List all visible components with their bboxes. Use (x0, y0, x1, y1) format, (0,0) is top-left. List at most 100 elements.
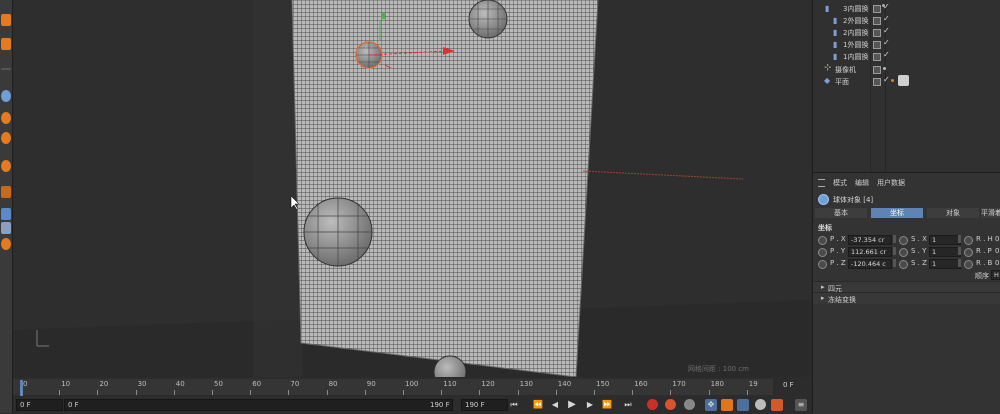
stepper-arrows[interactable] (958, 259, 961, 267)
order-dropdown[interactable]: H (991, 270, 1000, 280)
render-tool-icon[interactable] (1, 222, 11, 234)
start-frame-field[interactable]: 0 F (16, 399, 63, 411)
camera-tool-icon[interactable] (1, 208, 11, 220)
enabled-check-icon[interactable]: ✓ (883, 14, 890, 23)
go-to-start-icon[interactable]: ⏮ (508, 399, 520, 411)
position-y-field[interactable]: 112.661 cr (848, 247, 892, 257)
key-radio[interactable] (818, 236, 827, 245)
timeline-tick-label: 50 (214, 380, 223, 388)
cube-icon[interactable] (1, 14, 11, 26)
tab-basic[interactable]: 基本 (815, 208, 867, 218)
rotation-p-value[interactable]: 0 (995, 247, 999, 255)
scale-y-field[interactable]: 1 (929, 247, 961, 257)
object-row[interactable]: ◆ 平面 ✓ (813, 75, 1000, 87)
timeline-menu-icon[interactable]: ≡ (795, 399, 807, 411)
scene-icon[interactable] (1, 160, 11, 172)
stepper-arrows[interactable] (893, 235, 896, 243)
menu-mode[interactable]: 模式 (833, 178, 847, 188)
visibility-toggle[interactable] (873, 17, 881, 25)
next-frame-icon[interactable]: ▶ (584, 399, 596, 411)
key-radio[interactable] (964, 236, 973, 245)
hamburger-icon[interactable] (818, 179, 825, 187)
object-row[interactable]: ⊹ 摄像机 (813, 63, 1000, 75)
previous-frame-icon[interactable]: ◀ (549, 399, 561, 411)
visibility-toggle[interactable] (873, 78, 881, 86)
enabled-check-icon[interactable]: ✓ (883, 50, 890, 59)
rotate-key-icon[interactable] (721, 399, 733, 411)
key-radio[interactable] (964, 248, 973, 257)
rotation-h-value[interactable]: 0 (995, 235, 999, 243)
tab-object[interactable]: 对象 (927, 208, 979, 218)
key-radio[interactable] (818, 260, 827, 269)
pla-key-icon[interactable] (771, 399, 783, 411)
object-row[interactable]: ▮ 1外圆换 ✓ (813, 38, 1000, 50)
nurbs-icon[interactable] (1, 90, 11, 102)
deformer-icon[interactable] (1, 132, 11, 144)
timeline-tick-label: 0 (23, 380, 28, 388)
tab-smoothing[interactable]: 平滑着 (981, 208, 1000, 218)
keyframe-selection-icon[interactable] (684, 399, 695, 410)
scale-x-field[interactable]: 1 (929, 235, 961, 245)
enabled-check-icon[interactable]: ✓ (883, 38, 890, 47)
snap-icon[interactable] (1, 238, 11, 250)
timeline-tick-label: 80 (328, 380, 338, 388)
grid-spacing-label: 网格间距 : 100 cm (687, 365, 749, 373)
scale-z-field[interactable]: 1 (929, 259, 961, 269)
stepper-arrows[interactable] (958, 235, 961, 243)
left-toolbar (0, 0, 13, 413)
array-icon[interactable] (1, 112, 11, 124)
autokey-icon[interactable] (665, 399, 676, 410)
key-radio[interactable] (899, 236, 908, 245)
play-icon[interactable]: ▶ (566, 399, 578, 411)
timeline-tick-label: 90 (366, 380, 376, 388)
end-frame-field[interactable]: 190 F (461, 399, 508, 411)
position-z-field[interactable]: -120.464 c (848, 259, 892, 269)
visibility-toggle[interactable] (873, 41, 881, 49)
object-row[interactable]: ▮ 1内圆换 ✓ (813, 50, 1000, 62)
param-key-icon[interactable] (755, 399, 766, 410)
visibility-toggle[interactable] (873, 29, 881, 37)
stepper-arrows[interactable] (893, 247, 896, 255)
material-tag-icon[interactable] (898, 75, 909, 86)
tab-coord[interactable]: 坐标 (871, 208, 923, 218)
coord-label: P . X (830, 235, 846, 243)
menu-user-data[interactable]: 用户数据 (877, 178, 905, 188)
timeline-tick (555, 390, 557, 395)
stepper-arrows[interactable] (893, 259, 896, 267)
timeline-tick (708, 390, 710, 395)
min-frame-field[interactable]: 0 F (64, 399, 453, 411)
visibility-toggle[interactable] (873, 66, 881, 74)
pen-icon[interactable] (1, 38, 11, 50)
enabled-check-icon[interactable]: ✓ (883, 75, 890, 84)
object-row[interactable]: ▮ 2外圆换 ✓ (813, 14, 1000, 26)
light-icon[interactable] (1, 186, 11, 198)
rotation-b-value[interactable]: 0 (995, 259, 999, 267)
key-radio[interactable] (899, 248, 908, 257)
next-key-icon[interactable]: ⏩ (601, 399, 613, 411)
go-to-end-icon[interactable]: ⏭ (622, 399, 634, 411)
move-key-icon[interactable]: ✥ (705, 399, 717, 411)
timeline-ruler[interactable]: 0 10 20 30 40 50 60 70 80 90 100 110 120 130 140 150 160… (13, 379, 773, 396)
key-radio[interactable] (818, 248, 827, 257)
timeline-tick (326, 390, 328, 395)
record-icon[interactable] (647, 399, 658, 410)
object-row[interactable]: ▮ 2内圆换 ✓ (813, 26, 1000, 38)
menu-edit[interactable]: 编辑 (855, 178, 869, 188)
key-radio[interactable] (964, 260, 973, 269)
position-x-field[interactable]: -37.354 cr (848, 235, 892, 245)
visibility-toggle[interactable] (873, 5, 881, 13)
visibility-toggle[interactable] (873, 53, 881, 61)
object-title: 球体对象 [4] (833, 196, 874, 204)
section-freeze-transform[interactable]: ▸ 冻结变换 (813, 292, 1000, 304)
enabled-check-icon[interactable]: ✓ (883, 26, 890, 35)
timeline-tick-label: 170 (672, 380, 686, 388)
object-row[interactable]: ▮ 3内圆换 ✓ (813, 2, 1000, 14)
stepper-arrows[interactable] (958, 247, 961, 255)
cloner-icon: ▮ (833, 52, 838, 61)
key-radio[interactable] (899, 260, 908, 269)
previous-key-icon[interactable]: ⏪ (532, 399, 544, 411)
3d-viewport[interactable]: 网格间距 : 100 cm (13, 0, 811, 377)
timeline-tick-label: 150 (596, 380, 610, 388)
timeline-tick-label: 20 (99, 380, 109, 388)
scale-key-icon[interactable] (737, 399, 749, 411)
